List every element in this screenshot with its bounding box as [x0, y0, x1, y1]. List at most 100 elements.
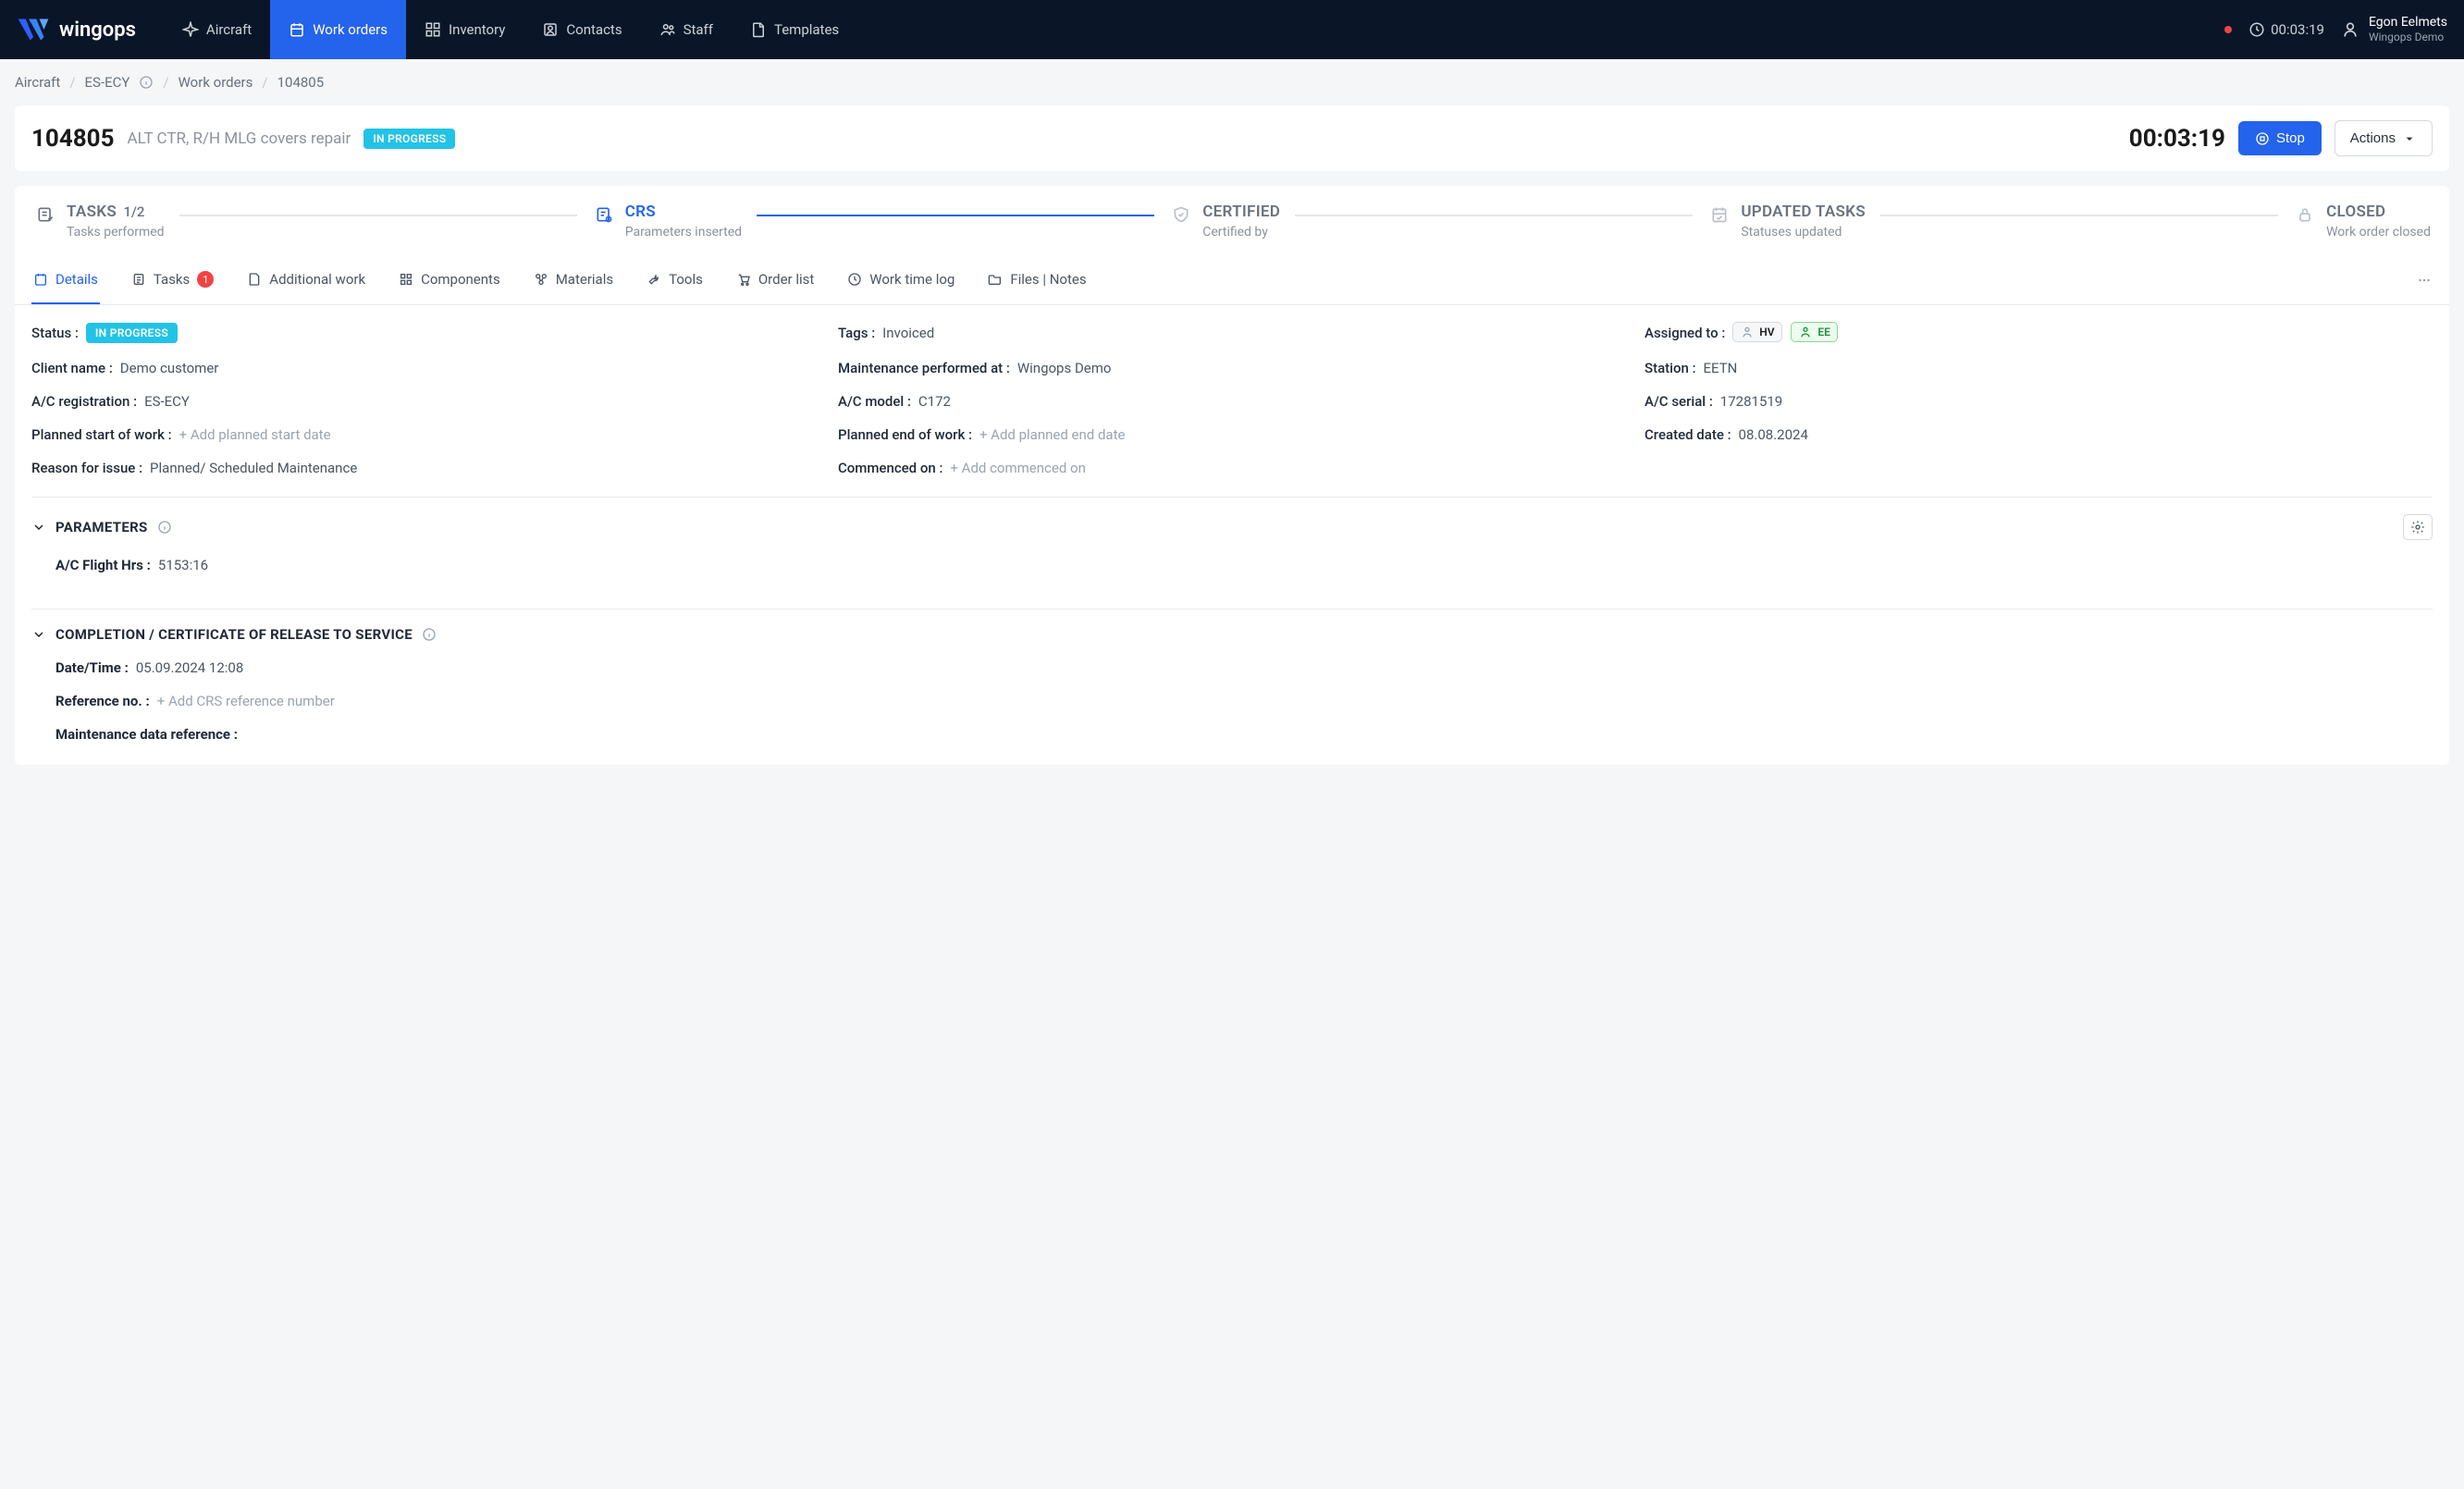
document-icon	[247, 272, 262, 287]
gear-icon	[2410, 520, 2425, 535]
add-crs-reference-button[interactable]: + Add CRS reference number	[157, 693, 335, 709]
breadcrumb: Aircraft / ES-ECY / Work orders / 104805	[0, 59, 2464, 105]
tab-details[interactable]: Details	[31, 256, 100, 304]
stop-button[interactable]: Stop	[2238, 121, 2322, 155]
actions-button[interactable]: Actions	[2335, 120, 2433, 156]
nav-contacts[interactable]: Contacts	[524, 0, 640, 59]
field-maintenance-performed-at: Maintenance performed at Wingops Demo	[838, 360, 1626, 376]
field-reason-for-issue: Reason for issue Planned/ Scheduled Main…	[31, 460, 819, 476]
field-ac-serial: A/C serial 17281519	[1645, 393, 2433, 410]
recording-dot-icon	[2224, 26, 2232, 33]
stop-icon	[2255, 131, 2270, 146]
tasks-tab-icon	[131, 272, 146, 287]
field-planned-start: Planned start of work + Add planned star…	[31, 426, 819, 443]
user-menu[interactable]: Egon Eelmets Wingops Demo	[2341, 15, 2447, 43]
field-assigned-to: Assigned to HV EE	[1645, 322, 2433, 343]
lock-icon	[2296, 205, 2314, 224]
logo[interactable]: wingops	[17, 16, 136, 43]
tabs-more-button[interactable]	[2416, 272, 2433, 289]
status-badge-inline: IN PROGRESS	[86, 323, 178, 343]
titlebar: 104805 ALT CTR, R/H MLG covers repair IN…	[15, 105, 2449, 171]
chevron-down-icon	[2402, 131, 2417, 146]
components-icon	[399, 272, 413, 287]
brand-name: wingops	[59, 18, 136, 42]
details-panel: Status IN PROGRESS Tags Invoiced Assigne…	[15, 305, 2449, 765]
work-orders-icon	[289, 21, 305, 38]
assignee-chip-hv[interactable]: HV	[1732, 322, 1781, 342]
crs-icon	[595, 205, 613, 224]
logo-icon	[17, 16, 50, 43]
field-status: Status IN PROGRESS	[31, 322, 819, 343]
section-parameters-header[interactable]: PARAMETERS	[31, 498, 2433, 557]
add-commenced-on-button[interactable]: + Add commenced on	[950, 460, 1085, 476]
user-name: Egon Eelmets	[2369, 15, 2447, 31]
work-order-description: ALT CTR, R/H MLG covers repair	[128, 129, 351, 148]
add-planned-start-button[interactable]: + Add planned start date	[179, 426, 331, 443]
tabs: Details Tasks 1 Additional work Componen…	[15, 256, 2449, 305]
status-badge: IN PROGRESS	[363, 129, 455, 149]
nav-work-orders[interactable]: Work orders	[270, 0, 406, 59]
clock-tab-icon	[847, 272, 862, 287]
user-org: Wingops Demo	[2369, 31, 2447, 43]
breadcrumb-work-orders[interactable]: Work orders	[179, 74, 253, 91]
aircraft-icon	[182, 21, 199, 38]
tab-files-notes[interactable]: Files | Notes	[986, 256, 1088, 304]
person-icon	[1740, 325, 1755, 339]
calendar-check-icon	[1710, 205, 1729, 224]
step-updated-tasks[interactable]: UPDATED TASKS Statuses updated	[1707, 203, 1866, 240]
field-flight-hours: A/C Flight Hrs 5153:16	[55, 557, 2433, 573]
info-icon[interactable]	[157, 520, 172, 535]
assignee-chip-ee[interactable]: EE	[1791, 322, 1838, 342]
step-tasks[interactable]: TASKS 1/2 Tasks performed	[33, 203, 165, 240]
field-crs-datetime: Date/Time 05.09.2024 12:08	[55, 659, 2433, 676]
section-crs-header[interactable]: COMPLETION / CERTIFICATE OF RELEASE TO S…	[31, 609, 2433, 659]
field-crs-reference-no: Reference no. + Add CRS reference number	[55, 693, 2433, 709]
main-nav: Aircraft Work orders Inventory Contacts …	[164, 0, 857, 59]
work-timer: 00:03:19	[2129, 125, 2225, 153]
step-crs[interactable]: CRS Parameters inserted	[592, 203, 742, 240]
user-icon	[2341, 20, 2359, 39]
topbar: wingops Aircraft Work orders Inventory C…	[0, 0, 2464, 59]
more-icon	[2416, 272, 2433, 289]
info-icon[interactable]	[422, 627, 437, 642]
person-icon	[1798, 325, 1813, 339]
field-commenced-on: Commenced on + Add commenced on	[838, 460, 1626, 476]
chevron-down-icon	[31, 520, 46, 535]
topbar-timer[interactable]: 00:03:19	[2248, 21, 2324, 38]
tab-additional-work[interactable]: Additional work	[245, 256, 367, 304]
tab-components[interactable]: Components	[397, 256, 502, 304]
field-client-name: Client name Demo customer	[31, 360, 819, 376]
info-icon[interactable]	[139, 75, 154, 90]
tools-icon	[647, 272, 661, 287]
tab-work-time-log[interactable]: Work time log	[845, 256, 956, 304]
breadcrumb-aircraft[interactable]: Aircraft	[15, 74, 60, 91]
details-icon	[33, 272, 48, 287]
tab-tools[interactable]: Tools	[645, 256, 705, 304]
field-planned-end: Planned end of work + Add planned end da…	[838, 426, 1626, 443]
nav-templates[interactable]: Templates	[732, 0, 857, 59]
field-station: Station EETN	[1645, 360, 2433, 376]
chevron-down-icon	[31, 627, 46, 642]
field-created-date: Created date 08.08.2024	[1645, 426, 2433, 443]
tab-materials[interactable]: Materials	[532, 256, 615, 304]
work-order-id: 104805	[31, 125, 115, 153]
tab-tasks[interactable]: Tasks 1	[129, 256, 216, 304]
progress-stepper: TASKS 1/2 Tasks performed CRS Parameters…	[15, 186, 2449, 256]
step-closed[interactable]: CLOSED Work order closed	[2293, 203, 2431, 240]
field-ac-model: A/C model C172	[838, 393, 1626, 410]
materials-icon	[534, 272, 548, 287]
tab-order-list[interactable]: Order list	[734, 256, 816, 304]
staff-icon	[659, 21, 676, 38]
section-settings-button[interactable]	[2403, 514, 2433, 540]
breadcrumb-reg[interactable]: ES-ECY	[85, 74, 130, 91]
content-card: Details Tasks 1 Additional work Componen…	[15, 256, 2449, 765]
cart-icon	[736, 272, 751, 287]
nav-aircraft[interactable]: Aircraft	[164, 0, 270, 59]
shield-icon	[1172, 205, 1190, 224]
step-certified[interactable]: CERTIFIED Certified by	[1169, 203, 1280, 240]
contacts-icon	[542, 21, 559, 38]
nav-staff[interactable]: Staff	[641, 0, 732, 59]
field-tags: Tags Invoiced	[838, 322, 1626, 343]
nav-inventory[interactable]: Inventory	[406, 0, 524, 59]
add-planned-end-button[interactable]: + Add planned end date	[979, 426, 1126, 443]
